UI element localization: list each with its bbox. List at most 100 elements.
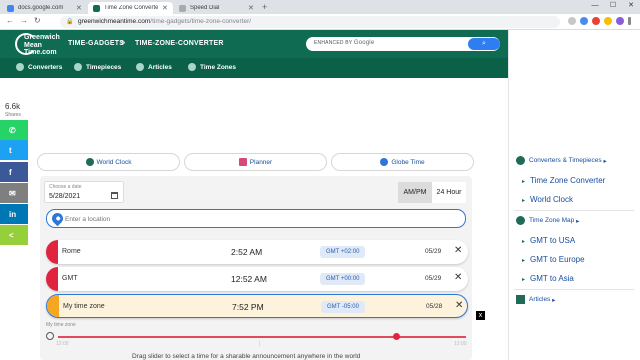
- browser-toolbar: ← → ↻ 🔒 greenwichmeantime.com/time-gadge…: [0, 14, 640, 30]
- email-icon: ✉: [9, 188, 16, 198]
- tab-title: Time Zone Converter | GMT: [104, 5, 158, 11]
- search-icon: ⌕: [482, 40, 486, 47]
- close-window-button[interactable]: ✕: [622, 0, 640, 12]
- row-city: Rome: [62, 248, 81, 255]
- share-icon: <: [9, 230, 14, 240]
- close-tab-icon[interactable]: ✕: [162, 4, 168, 12]
- chevron-right-icon: ▸: [576, 217, 580, 225]
- speed-dial-favicon-icon: [179, 4, 186, 12]
- sidebar-item-gmt-to-usa[interactable]: ▸ GMT to USA: [522, 236, 575, 245]
- close-tab-icon[interactable]: ✕: [76, 4, 82, 12]
- new-tab-button[interactable]: +: [262, 2, 267, 12]
- 24-hour-toggle[interactable]: 24 Hour: [432, 182, 466, 203]
- share-label: Shares: [5, 112, 21, 118]
- articles-icon: [516, 295, 525, 304]
- sidebar-divider: [514, 289, 634, 290]
- linkedin-icon: in: [9, 209, 17, 219]
- slider-tick-label: 12:00: [454, 341, 467, 347]
- clock-icon: [74, 63, 82, 71]
- facebook-share-button[interactable]: f: [0, 162, 28, 182]
- remove-row-icon[interactable]: ✕: [454, 272, 462, 283]
- location-input[interactable]: [65, 213, 445, 225]
- tab-title: docs.google.com: [18, 5, 64, 11]
- browser-tab-active[interactable]: Time Zone Converter | GMT ✕: [88, 2, 173, 14]
- docs-favicon-icon: [7, 4, 14, 12]
- minimize-button[interactable]: —: [586, 0, 604, 12]
- twitter-share-button[interactable]: t: [0, 140, 28, 160]
- ampm-toggle[interactable]: AM/PM: [398, 182, 432, 203]
- reload-icon[interactable]: ↻: [34, 16, 41, 25]
- profile-avatar[interactable]: [616, 17, 624, 25]
- clock-icon: [516, 156, 525, 165]
- row-color-bar: [46, 240, 58, 264]
- search-branding: ENHANCED BY Google: [314, 40, 375, 46]
- row-date: 05/28: [426, 303, 443, 310]
- sidebar-item-gmt-to-asia[interactable]: ▸ GMT to Asia: [522, 274, 574, 283]
- sidebar-section-converters[interactable]: Converters & Timepieces ▸: [516, 156, 607, 165]
- search-button[interactable]: ⌕: [468, 38, 500, 50]
- chevron-right-icon: ▸: [603, 157, 607, 165]
- maximize-button[interactable]: ☐: [604, 0, 622, 12]
- date-picker[interactable]: Choose a date 5/28/2021: [44, 181, 124, 203]
- site-search-input[interactable]: ENHANCED BY Google ⌕: [306, 37, 500, 51]
- ad-close-button[interactable]: x: [476, 311, 485, 320]
- address-bar[interactable]: 🔒 greenwichmeantime.com/time-gadgets/tim…: [60, 16, 560, 28]
- slider-tick-label: |: [259, 341, 261, 347]
- sidebar-section-articles[interactable]: Articles ▸: [516, 295, 555, 304]
- time-slider-track[interactable]: [58, 336, 466, 338]
- extension-icon[interactable]: [592, 17, 600, 25]
- sidebar-item-time-zone-converter[interactable]: ▸ Time Zone Converter: [522, 176, 605, 185]
- browser-tab-bar: docs.google.com ✕ Time Zone Converter | …: [0, 0, 640, 14]
- browser-tab[interactable]: docs.google.com ✕: [2, 2, 87, 14]
- remove-row-icon[interactable]: ✕: [455, 300, 463, 311]
- back-icon[interactable]: ←: [6, 16, 14, 25]
- share-count: 6.6k: [5, 102, 21, 111]
- remove-row-icon[interactable]: ✕: [454, 245, 462, 256]
- sidebar-item-world-clock[interactable]: ▸ World Clock: [522, 195, 573, 204]
- forward-icon[interactable]: →: [20, 16, 28, 25]
- globe-time-button[interactable]: Globe Time: [331, 153, 474, 171]
- linkedin-share-button[interactable]: in: [0, 204, 28, 224]
- extension-icon[interactable]: [580, 17, 588, 25]
- url-host: greenwichmeantime.com: [78, 18, 151, 25]
- sidebar-item-gmt-to-europe[interactable]: ▸ GMT to Europe: [522, 255, 585, 264]
- main-nav: Converters Timepieces Articles Time Zone…: [0, 58, 508, 78]
- date-picker-value: 5/28/2021: [49, 193, 81, 200]
- facebook-icon: f: [9, 167, 12, 177]
- timezone-row-gmt[interactable]: GMT 12:52 AM GMT +00:00 05/29 ✕: [46, 267, 468, 291]
- nav-timepieces[interactable]: Timepieces: [74, 63, 121, 71]
- calendar-icon[interactable]: [111, 192, 118, 199]
- breadcrumb-separator: >: [121, 40, 126, 47]
- gmt-favicon-icon: [93, 4, 100, 12]
- world-clock-button[interactable]: World Clock: [37, 153, 180, 171]
- breadcrumb-time-gadgets[interactable]: TIME-GADGETS: [68, 40, 124, 47]
- site-logo[interactable]: Greenwich Mean Time.com: [15, 33, 65, 56]
- nav-time-zones[interactable]: Time Zones: [188, 63, 236, 71]
- row-offset-badge: GMT +02:00: [320, 246, 366, 258]
- row-date: 05/29: [425, 275, 442, 282]
- browser-tab[interactable]: Speed Dial ✕: [174, 2, 259, 14]
- planner-button[interactable]: Planner: [184, 153, 327, 171]
- sidebar-section-time-zone-map[interactable]: Time Zone Map ▸: [516, 216, 579, 225]
- email-share-button[interactable]: ✉: [0, 183, 28, 203]
- row-date: 05/29: [425, 248, 442, 255]
- row-time: 12:52 AM: [231, 274, 267, 284]
- browser-menu-icon[interactable]: [628, 17, 631, 25]
- sharethis-share-button[interactable]: <: [0, 225, 28, 245]
- close-tab-icon[interactable]: ✕: [248, 4, 254, 12]
- nav-articles[interactable]: Articles: [136, 63, 172, 71]
- whatsapp-share-button[interactable]: ✆: [0, 120, 28, 140]
- extension-icon[interactable]: [604, 17, 612, 25]
- timezone-row-rome[interactable]: Rome 2:52 AM GMT +02:00 05/29 ✕: [46, 240, 468, 264]
- star-icon[interactable]: [568, 17, 576, 25]
- twitter-icon: t: [9, 145, 12, 155]
- nav-converters[interactable]: Converters: [16, 63, 62, 71]
- sidebar-divider: [514, 210, 634, 211]
- row-color-bar: [47, 295, 59, 317]
- breadcrumb-time-zone-converter[interactable]: TIME-ZONE-CONVERTER: [135, 40, 224, 47]
- location-search[interactable]: [46, 209, 466, 228]
- row-city: GMT: [62, 275, 78, 282]
- converters-icon: [16, 63, 24, 71]
- globe-icon: [188, 63, 196, 71]
- timezone-row-my-time-zone[interactable]: My time zone 7:52 PM GMT -05:00 05/28 ✕: [46, 294, 468, 318]
